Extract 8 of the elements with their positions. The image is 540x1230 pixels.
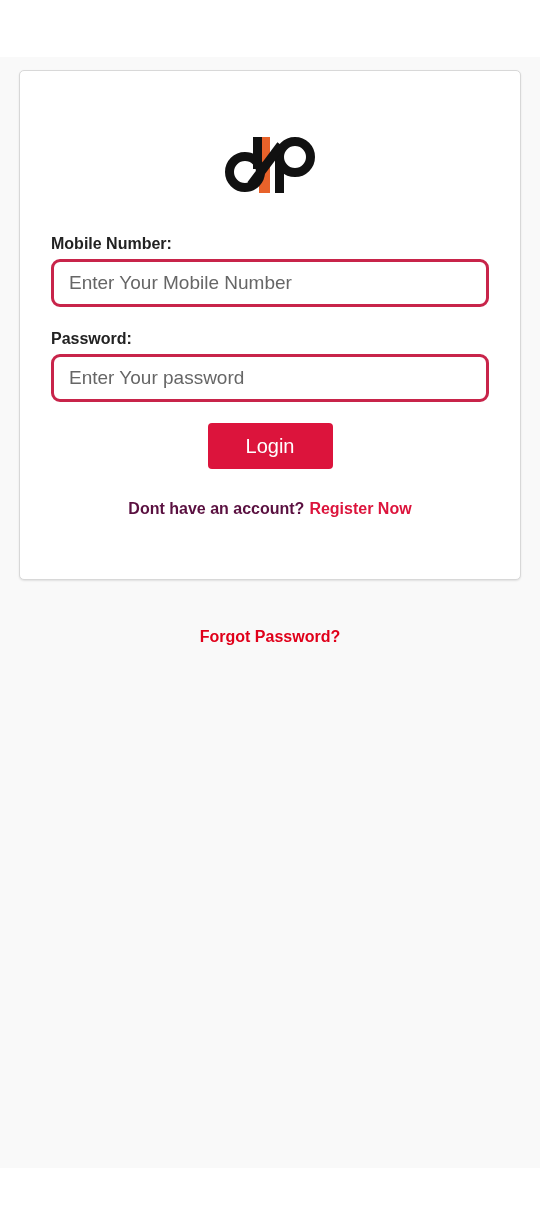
register-link[interactable]: Register Now [309,500,412,518]
login-button[interactable]: Login [207,423,333,469]
forgot-password-link[interactable]: Forgot Password? [199,628,341,646]
register-prompt: Dont have an account? [128,500,305,518]
field-label: Mobile Number: [51,235,172,253]
input-field[interactable]: Enter Your Mobile Number [51,259,489,307]
input-field[interactable]: Enter Your password [51,354,489,402]
field-label: Password: [51,330,132,348]
